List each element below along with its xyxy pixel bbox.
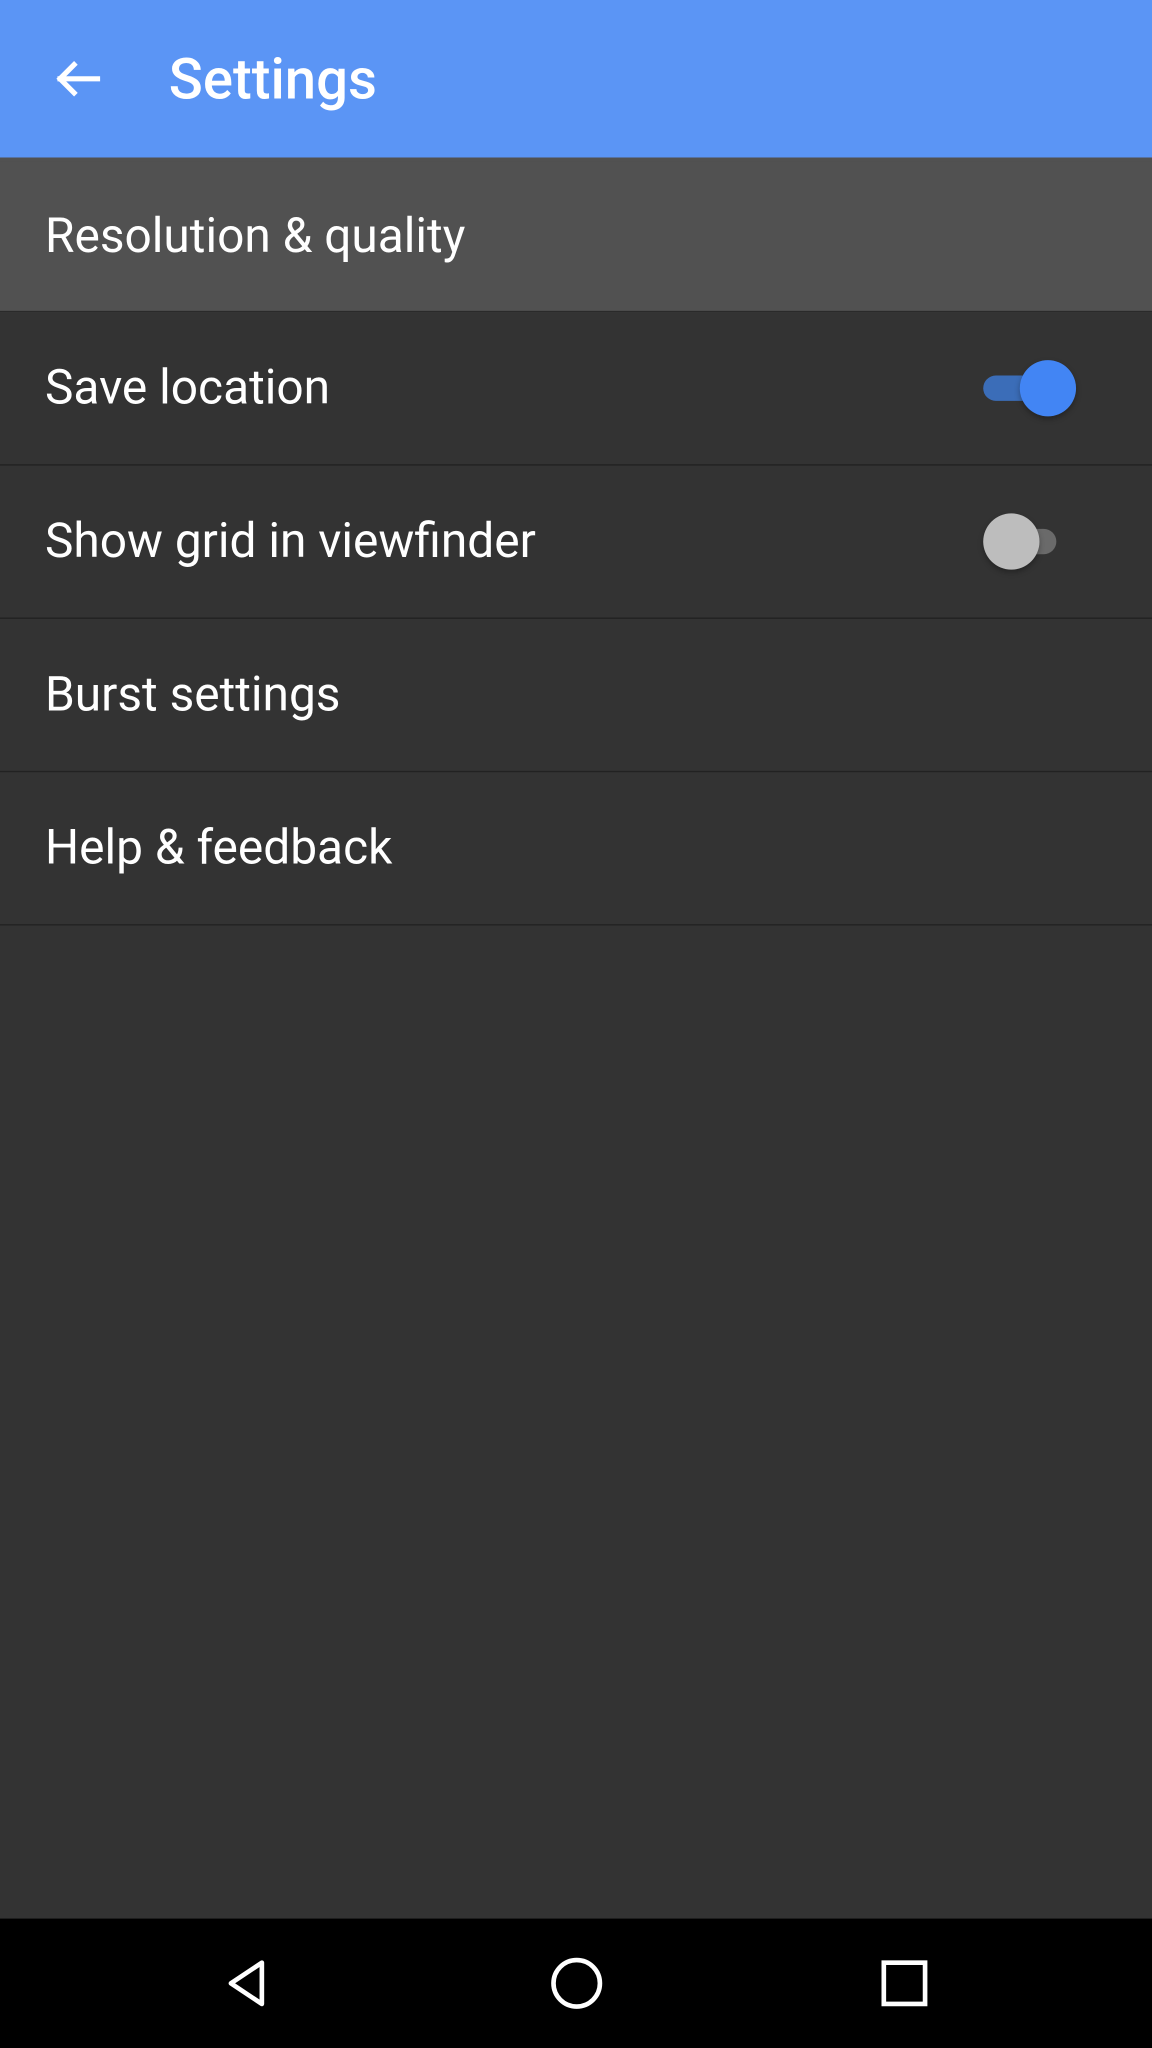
screen: Settings Resolution & quality Save locat… xyxy=(0,0,1152,2048)
save-location-toggle[interactable] xyxy=(983,360,1076,416)
settings-item-burst-settings[interactable]: Burst settings xyxy=(0,619,1152,772)
circle-home-icon xyxy=(545,1952,607,2014)
nav-home-button[interactable] xyxy=(506,1941,647,2025)
settings-item-label: Save location xyxy=(45,360,330,416)
settings-list: Resolution & quality Save location Show … xyxy=(0,158,1152,1919)
settings-item-label: Help & feedback xyxy=(45,820,392,876)
settings-item-label: Resolution & quality xyxy=(45,208,465,264)
settings-item-label: Burst settings xyxy=(45,667,340,723)
settings-item-resolution-quality[interactable]: Resolution & quality xyxy=(0,158,1152,313)
show-grid-toggle[interactable] xyxy=(983,513,1076,569)
app-bar: Settings xyxy=(0,0,1152,158)
nav-back-button[interactable] xyxy=(178,1941,319,2025)
arrow-left-icon xyxy=(51,51,107,107)
settings-item-show-grid[interactable]: Show grid in viewfinder xyxy=(0,466,1152,619)
navigation-bar xyxy=(0,1919,1152,2048)
toggle-thumb xyxy=(983,513,1039,569)
toggle-thumb xyxy=(1020,360,1076,416)
square-recent-icon xyxy=(873,1952,935,2014)
page-title: Settings xyxy=(169,46,377,112)
empty-space xyxy=(0,926,1152,1919)
settings-item-help-feedback[interactable]: Help & feedback xyxy=(0,772,1152,925)
settings-item-label: Show grid in viewfinder xyxy=(45,513,536,569)
settings-item-save-location[interactable]: Save location xyxy=(0,312,1152,465)
back-button[interactable] xyxy=(45,45,113,113)
nav-recent-button[interactable] xyxy=(833,1941,974,2025)
triangle-back-icon xyxy=(217,1952,279,2014)
